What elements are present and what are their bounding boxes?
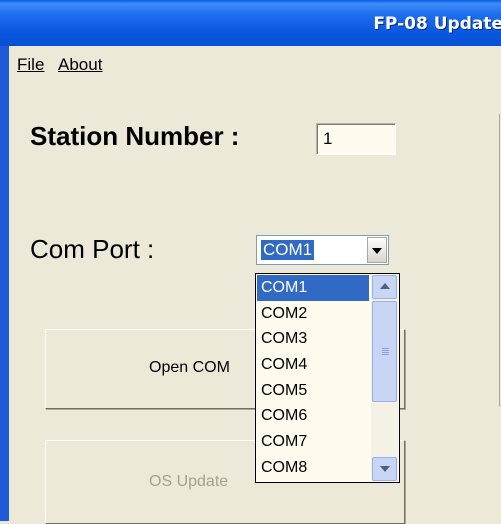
com-option[interactable]: COM3 bbox=[257, 326, 369, 352]
station-number-input[interactable]: 1 bbox=[316, 123, 396, 155]
title-bar[interactable]: FP-08 Update bbox=[0, 0, 501, 46]
window-title: FP-08 Update bbox=[373, 14, 501, 34]
com-option[interactable]: COM5 bbox=[257, 378, 369, 404]
com-port-label: Com Port : bbox=[30, 234, 155, 264]
menu-bar: File About bbox=[9, 46, 501, 84]
grip-icon bbox=[382, 348, 389, 349]
com-option[interactable]: COM2 bbox=[257, 301, 369, 327]
os-update-button-label: OS Update bbox=[149, 473, 229, 490]
com-port-selected-value: COM1 bbox=[261, 240, 315, 260]
open-com-button-label: Open COM bbox=[149, 359, 230, 376]
com-option[interactable]: COM7 bbox=[257, 429, 369, 455]
chevron-down-icon[interactable] bbox=[367, 237, 387, 263]
scroll-up-arrow-icon[interactable] bbox=[372, 275, 397, 299]
com-port-dropdown-list[interactable]: COM1 COM2 COM3 COM4 COM5 COM6 COM7 COM8 bbox=[255, 273, 400, 483]
window-frame-left bbox=[0, 46, 9, 521]
dropdown-scrollbar[interactable] bbox=[371, 275, 398, 481]
com-option[interactable]: COM8 bbox=[257, 455, 369, 481]
com-option[interactable]: COM6 bbox=[257, 403, 369, 429]
menu-file[interactable]: File bbox=[17, 55, 44, 75]
menu-about[interactable]: About bbox=[58, 55, 102, 75]
scroll-down-arrow-icon[interactable] bbox=[372, 457, 397, 481]
com-option[interactable]: COM1 bbox=[257, 275, 369, 301]
station-number-label: Station Number : bbox=[30, 121, 240, 151]
com-port-options: COM1 COM2 COM3 COM4 COM5 COM6 COM7 COM8 bbox=[257, 275, 369, 481]
com-option[interactable]: COM4 bbox=[257, 352, 369, 378]
scrollbar-thumb[interactable] bbox=[372, 301, 397, 402]
com-port-select[interactable]: COM1 bbox=[256, 235, 389, 265]
